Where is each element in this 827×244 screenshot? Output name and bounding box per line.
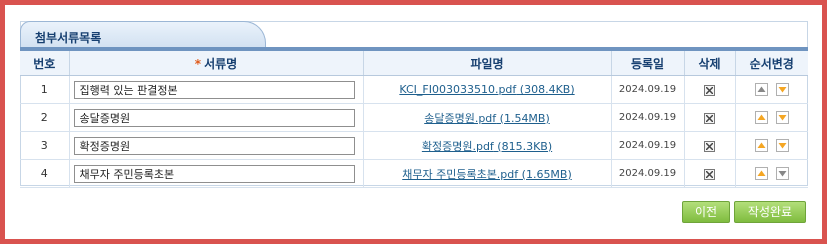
move-up-button[interactable] <box>754 139 768 153</box>
row-number: 3 <box>20 131 69 160</box>
file-name: 확정증명원.pdf <box>421 139 494 153</box>
move-down-button[interactable] <box>775 83 789 97</box>
arrow-up-icon <box>757 170 766 177</box>
delete-button[interactable] <box>704 168 715 180</box>
file-size: (1.65MB) <box>518 167 572 181</box>
file-download-link[interactable]: 송달증명원.pdf (1.54MB) <box>424 112 550 125</box>
delete-button[interactable] <box>704 112 715 124</box>
doc-name-input[interactable] <box>73 80 355 99</box>
order-cell <box>734 103 808 132</box>
file-size: (1.54MB) <box>496 111 550 125</box>
arrow-down-icon <box>778 143 787 149</box>
attachments-panel: 첨부서류목록 번호 *서류명 파일명 등록일 삭제 순서변경 1 KCI_FI0… <box>20 21 808 188</box>
arrow-up-icon <box>757 114 766 121</box>
delete-cell <box>683 159 735 188</box>
reg-date: 2024.09.19 <box>610 103 684 132</box>
move-down-button[interactable] <box>775 111 789 125</box>
arrow-up-icon <box>757 142 766 149</box>
col-header-doc-name: * 서류명 <box>68 51 363 76</box>
col-header-doc-name-label: 서류명 <box>204 56 238 71</box>
table-row: 2 송달증명원.pdf (1.54MB) 2024.09.19 <box>20 103 808 132</box>
doc-name-input[interactable] <box>73 136 355 155</box>
doc-name-cell <box>68 159 363 188</box>
file-name: 송달증명원.pdf <box>424 111 497 125</box>
move-up-button[interactable] <box>754 83 768 97</box>
file-size: (815.3KB) <box>493 139 553 153</box>
col-header-no: 번호 <box>20 51 69 76</box>
move-up-button[interactable] <box>754 111 768 125</box>
close-box-icon <box>706 86 713 94</box>
delete-button[interactable] <box>704 140 715 152</box>
complete-button[interactable]: 작성완료 <box>734 201 806 223</box>
doc-name-input[interactable] <box>73 108 355 127</box>
table-row: 1 KCI_FI003033510.pdf (308.4KB) 2024.09.… <box>20 75 808 104</box>
doc-name-cell <box>68 75 363 104</box>
order-cell <box>734 159 808 188</box>
file-download-link[interactable]: 확정증명원.pdf (815.3KB) <box>422 140 552 153</box>
table-header-row: 번호 * 서류명 파일명 등록일 삭제 순서변경 <box>20 51 808 76</box>
delete-cell <box>683 131 735 160</box>
doc-name-cell <box>68 131 363 160</box>
table-row: 3 확정증명원.pdf (815.3KB) 2024.09.19 <box>20 131 808 160</box>
attachments-table: 번호 *서류명 파일명 등록일 삭제 순서변경 1 KCI_FI00303351… <box>20 51 808 188</box>
reg-date: 2024.09.19 <box>610 131 684 160</box>
arrow-down-icon <box>778 115 787 121</box>
arrow-down-icon <box>778 171 787 177</box>
row-number: 1 <box>20 75 69 104</box>
reg-date: 2024.09.19 <box>610 75 684 104</box>
file-name-cell: 송달증명원.pdf (1.54MB) <box>362 103 611 132</box>
arrow-down-icon <box>778 87 787 93</box>
close-box-icon <box>706 142 713 150</box>
col-header-reg-date: 등록일 <box>610 51 684 76</box>
reg-date: 2024.09.19 <box>610 159 684 188</box>
file-download-link[interactable]: KCI_FI003033510.pdf (308.4KB) <box>399 83 574 96</box>
move-down-button[interactable] <box>775 139 789 153</box>
required-mark: * <box>194 56 202 71</box>
row-number: 2 <box>20 103 69 132</box>
move-down-button[interactable] <box>775 167 789 181</box>
row-number: 4 <box>20 159 69 188</box>
close-box-icon <box>706 114 713 122</box>
col-header-order: 순서변경 <box>734 51 808 76</box>
delete-cell <box>683 103 735 132</box>
panel-title: 첨부서류목록 <box>35 31 102 45</box>
file-size: (308.4KB) <box>516 83 575 96</box>
file-name-cell: KCI_FI003033510.pdf (308.4KB) <box>362 75 611 104</box>
file-name: 채무자 주민등록초본.pdf <box>402 167 519 181</box>
order-cell <box>734 75 808 104</box>
table-row: 4 채무자 주민등록초본.pdf (1.65MB) 2024.09.19 <box>20 159 808 188</box>
order-cell <box>734 131 808 160</box>
col-header-delete: 삭제 <box>683 51 735 76</box>
doc-name-input[interactable] <box>73 164 355 183</box>
arrow-up-icon <box>757 86 766 93</box>
move-up-button[interactable] <box>754 167 768 181</box>
prev-button[interactable]: 이전 <box>682 201 730 223</box>
file-name: KCI_FI003033510.pdf <box>399 83 517 96</box>
file-download-link[interactable]: 채무자 주민등록초본.pdf (1.65MB) <box>402 168 572 181</box>
panel-tab: 첨부서류목록 <box>20 21 808 51</box>
file-name-cell: 채무자 주민등록초본.pdf (1.65MB) <box>362 159 611 188</box>
close-box-icon <box>706 170 713 178</box>
col-header-file-name: 파일명 <box>362 51 611 76</box>
delete-button[interactable] <box>704 84 715 96</box>
delete-cell <box>683 75 735 104</box>
file-name-cell: 확정증명원.pdf (815.3KB) <box>362 131 611 160</box>
doc-name-cell <box>68 103 363 132</box>
